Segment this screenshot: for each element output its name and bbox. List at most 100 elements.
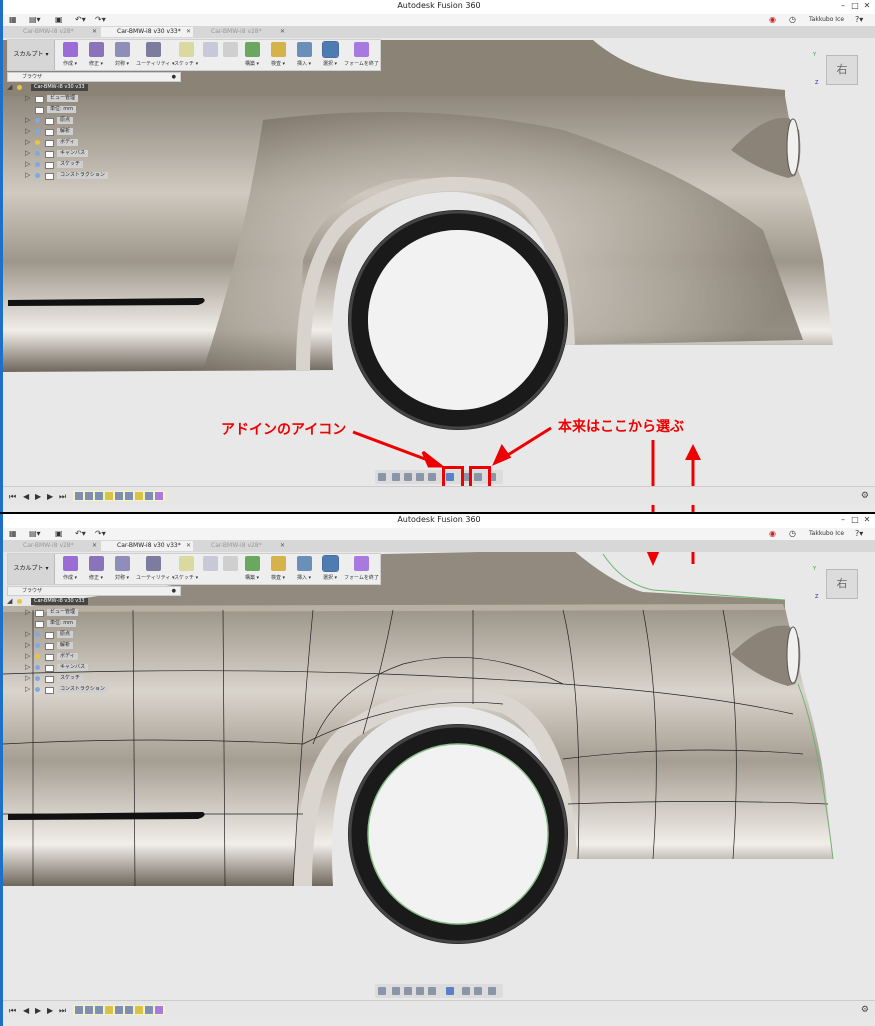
pan-icon[interactable] [404, 473, 412, 481]
browser-item[interactable]: ▷ 原点 [7, 629, 181, 640]
construct-tool[interactable]: 構築 ▾ [240, 556, 264, 584]
tab-doc-1[interactable]: Car-BMW-i8 v28* ✕ [7, 541, 99, 551]
workspace-switcher[interactable]: スカルプト ▾ [8, 554, 55, 584]
tab-doc-3[interactable]: Car-BMW-i8 v28* ✕ [195, 27, 287, 37]
symmetry-tool[interactable]: 対称 ▾ [110, 556, 134, 584]
undo-icon[interactable]: ↶▾ [75, 15, 86, 24]
timeline-item[interactable] [115, 1006, 123, 1014]
zoom-window-icon[interactable] [416, 473, 424, 481]
rect-tool[interactable] [218, 42, 242, 70]
save-icon[interactable]: ▣ [55, 529, 63, 538]
sketch-tool[interactable]: スケッチ ▾ [174, 42, 198, 70]
browser-item[interactable]: ▷ ボディ [7, 137, 181, 148]
timeline-item[interactable] [95, 492, 103, 500]
modify-tool[interactable]: 修正 ▾ [84, 42, 108, 70]
prev-frame-icon[interactable]: ◀ [23, 1006, 29, 1015]
browser-item[interactable]: ▷ 原点 [7, 115, 181, 126]
construct-tool[interactable]: 構築 ▾ [240, 42, 264, 70]
orbit-icon[interactable] [378, 987, 386, 995]
camera-icon[interactable] [392, 473, 400, 481]
browser-item[interactable]: ▷ 解析 [7, 640, 181, 651]
create-tool[interactable]: 作成 ▾ [58, 42, 82, 70]
restore-icon[interactable]: □ [849, 515, 861, 524]
timeline-item[interactable] [105, 1006, 113, 1014]
workspace-switcher[interactable]: スカルプト ▾ [8, 40, 55, 70]
close-icon[interactable]: ✕ [861, 1, 873, 10]
zoom-icon[interactable] [428, 473, 436, 481]
utilities-tool[interactable]: ユーティリティ ▾ [136, 42, 175, 70]
timeline-item[interactable] [155, 1006, 163, 1014]
timeline-item[interactable] [145, 492, 153, 500]
save-icon[interactable]: ▣ [55, 15, 63, 24]
viewcube[interactable]: 右 [826, 569, 858, 599]
tab-doc-2[interactable]: Car-BMW-i8 v30 v33* ✕ [101, 27, 193, 37]
timeline-item[interactable] [75, 492, 83, 500]
browser-header[interactable]: ブラウザ ● [7, 586, 181, 596]
browser-item[interactable]: ▷ スケッチ [7, 159, 181, 170]
browser-header[interactable]: ブラウザ ● [7, 72, 181, 82]
browser-item[interactable]: ▷ ビュー管理 [7, 93, 181, 104]
inspect-tool[interactable]: 検査 ▾ [266, 556, 290, 584]
browser-item[interactable]: ▷ キャンバス [7, 662, 181, 673]
clock-icon[interactable]: ◷ [789, 529, 796, 538]
viewcube[interactable]: 右 [826, 55, 858, 85]
minimize-icon[interactable]: – [837, 515, 849, 524]
utilities-tool[interactable]: ユーティリティ ▾ [136, 556, 175, 584]
browser-root[interactable]: ◢ Car-BMW-i8 v30 v33 [7, 596, 181, 607]
timeline-item[interactable] [135, 1006, 143, 1014]
timeline-item[interactable] [155, 492, 163, 500]
browser-item[interactable]: ▷ キャンバス [7, 148, 181, 159]
browser-item[interactable]: ▷ 解析 [7, 126, 181, 137]
timeline-item[interactable] [135, 492, 143, 500]
camera-icon[interactable] [392, 987, 400, 995]
browser-item[interactable]: ▷ ボディ [7, 651, 181, 662]
timeline-item[interactable] [85, 1006, 93, 1014]
sketch-tool[interactable]: スケッチ ▾ [174, 556, 198, 584]
prev-frame-icon[interactable]: ◀ [23, 492, 29, 501]
browser-root[interactable]: ◢ Car-BMW-i8 v30 v33 [7, 82, 181, 93]
next-frame-icon[interactable]: ▶ [47, 1006, 53, 1015]
play-icon[interactable]: ▶ [35, 1006, 41, 1015]
browser-item[interactable]: ▷ コンストラクション [7, 170, 181, 181]
insert-tool[interactable]: 挿入 ▾ [292, 556, 316, 584]
user-name[interactable]: Takkubo Ice [809, 530, 844, 537]
select-tool[interactable]: 選択 ▾ [318, 555, 342, 584]
browser-item[interactable]: ▷ スケッチ [7, 673, 181, 684]
minimize-icon[interactable]: – [837, 1, 849, 10]
first-frame-icon[interactable]: ⏮ [9, 492, 16, 502]
file-menu-icon[interactable]: ▤▾ [29, 15, 41, 24]
last-frame-icon[interactable]: ⏭ [59, 492, 66, 502]
apps-grid-icon[interactable]: ▦ [9, 529, 17, 538]
zoom-icon[interactable] [428, 987, 436, 995]
restore-icon[interactable]: □ [849, 1, 861, 10]
symmetry-tool[interactable]: 対称 ▾ [110, 42, 134, 70]
timeline-item[interactable] [85, 492, 93, 500]
zoom-window-icon[interactable] [416, 987, 424, 995]
user-name[interactable]: Takkubo Ice [809, 16, 844, 23]
tab-doc-3[interactable]: Car-BMW-i8 v28* ✕ [195, 541, 287, 551]
display-mode-icon[interactable] [462, 987, 470, 995]
timeline-item[interactable] [115, 492, 123, 500]
timeline-item[interactable] [105, 492, 113, 500]
timeline-item[interactable] [125, 1006, 133, 1014]
timeline-item[interactable] [95, 1006, 103, 1014]
first-frame-icon[interactable]: ⏮ [9, 1006, 16, 1016]
insert-tool[interactable]: 挿入 ▾ [292, 42, 316, 70]
tab-doc-2[interactable]: Car-BMW-i8 v30 v33* ✕ [101, 541, 193, 551]
grid-icon[interactable] [474, 987, 482, 995]
clock-icon[interactable]: ◷ [789, 15, 796, 24]
record-icon[interactable]: ◉ [769, 15, 776, 24]
addin-icon[interactable] [446, 987, 454, 995]
browser-item[interactable]: ▷ ビュー管理 [7, 607, 181, 618]
finish-form-tool[interactable]: フォームを終了 [344, 556, 379, 584]
browser-item[interactable]: ▷ コンストラクション [7, 684, 181, 695]
settings-gear-icon[interactable]: ⚙ [861, 491, 869, 501]
browser-item[interactable]: 単位: mm [7, 618, 181, 629]
help-icon[interactable]: ?▾ [855, 529, 863, 538]
browser-item[interactable]: 単位: mm [7, 104, 181, 115]
inspect-tool[interactable]: 検査 ▾ [266, 42, 290, 70]
create-tool[interactable]: 作成 ▾ [58, 556, 82, 584]
redo-icon[interactable]: ↷▾ [95, 15, 106, 24]
last-frame-icon[interactable]: ⏭ [59, 1006, 66, 1016]
play-icon[interactable]: ▶ [35, 492, 41, 501]
